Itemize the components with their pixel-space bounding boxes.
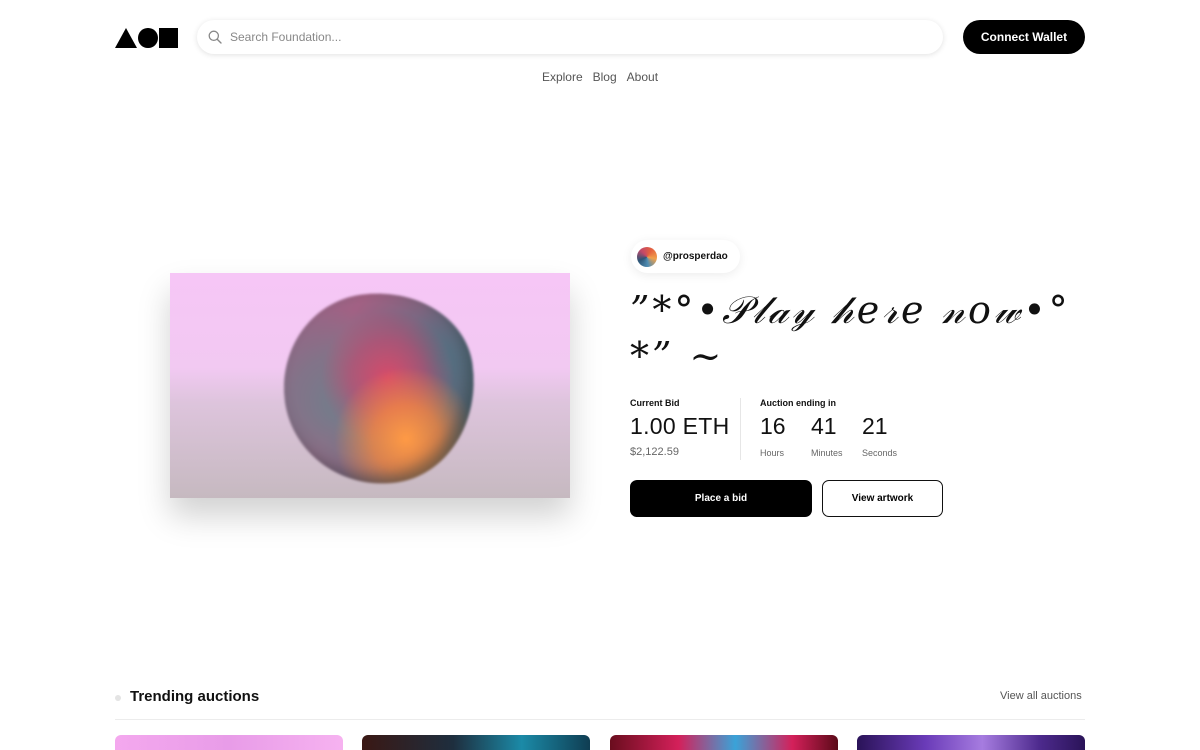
nav-link-explore[interactable]: Explore (542, 70, 583, 84)
main-nav: Explore Blog About (0, 70, 1200, 84)
countdown: 16 Hours 41 Minutes 21 Seconds (760, 413, 913, 458)
trending-dot-icon (115, 695, 121, 701)
trending-divider (115, 719, 1085, 720)
bid-divider (740, 398, 741, 460)
countdown-seconds-value: 21 (862, 413, 888, 439)
artwork-title: ”*°•𝒫𝓁𝒶𝓎 𝒽𝑒𝓇𝑒 𝓃𝑜𝓌•°*” ~ (630, 288, 1071, 378)
countdown-minutes-value: 41 (811, 413, 837, 439)
countdown-minutes-label: Minutes (811, 448, 843, 458)
current-bid-block: Current Bid 1.00 ETH $2,122.59 (630, 398, 730, 458)
search-icon (208, 30, 222, 44)
countdown-minutes: 41 Minutes (811, 413, 862, 458)
view-artwork-button[interactable]: View artwork (822, 480, 943, 517)
logo-triangle-icon (115, 28, 137, 48)
auction-card[interactable] (362, 735, 590, 750)
header: Connect Wallet Explore Blog About (0, 0, 1200, 100)
countdown-hours-value: 16 (760, 413, 786, 439)
featured-artwork[interactable] (170, 273, 570, 498)
countdown-seconds-label: Seconds (862, 448, 898, 458)
logo-circle-icon (138, 28, 158, 48)
logo-square-icon (158, 28, 178, 48)
place-bid-button[interactable]: Place a bid (630, 480, 812, 517)
connect-wallet-button[interactable]: Connect Wallet (963, 20, 1085, 54)
creator-avatar (637, 246, 657, 267)
bid-usd-value: $2,122.59 (630, 446, 679, 458)
countdown-seconds: 21 Seconds (862, 413, 913, 458)
creator-pill[interactable]: @prosperdao (631, 240, 740, 273)
nav-link-about[interactable]: About (627, 70, 658, 84)
trending-auctions-heading: Trending auctions (130, 688, 260, 705)
auction-card[interactable] (115, 735, 343, 750)
countdown-hours-label: Hours (760, 448, 785, 458)
nav-link-blog[interactable]: Blog (593, 70, 617, 84)
search-input[interactable] (230, 30, 910, 44)
countdown-hours: 16 Hours (760, 413, 811, 458)
auction-ending-label: Auction ending in (760, 398, 836, 408)
auction-card[interactable] (610, 735, 838, 750)
auction-countdown-block: Auction ending in 16 Hours 41 Minutes 21… (760, 398, 913, 458)
foundation-logo[interactable] (115, 27, 178, 48)
view-all-auctions-link[interactable]: View all auctions (1000, 690, 1082, 702)
bid-amount: 1.00 ETH (630, 413, 730, 439)
auction-card[interactable] (857, 735, 1085, 750)
search-bar[interactable] (197, 20, 943, 54)
current-bid-label: Current Bid (630, 398, 680, 408)
creator-handle: @prosperdao (663, 251, 728, 262)
